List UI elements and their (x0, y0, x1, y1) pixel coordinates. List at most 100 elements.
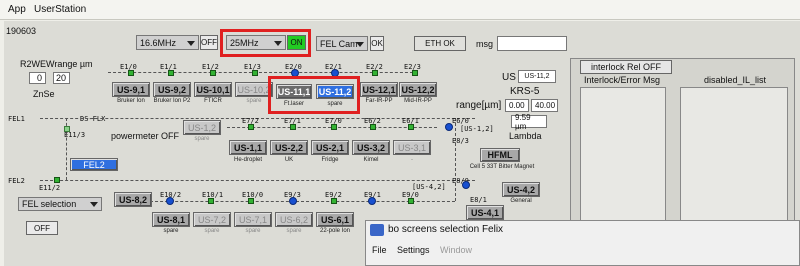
disabled-il-label: disabled_IL_list (704, 75, 767, 85)
us-4-2-desc: General (510, 198, 532, 204)
us-2-2-button[interactable]: US-2,2 (270, 140, 308, 155)
range-min-us-field[interactable]: 0.00 (505, 99, 529, 112)
highlight-box (268, 76, 360, 114)
us-3-2-button[interactable]: US-3,2 (352, 140, 390, 155)
us-6-1-desc: 22-pole Ion (319, 228, 351, 234)
interlock-error-list[interactable] (580, 87, 666, 233)
us-6-1-button[interactable]: US-6,1 (316, 212, 354, 227)
us-8-2-button[interactable]: US-8,2 (114, 192, 152, 207)
krs-label: KRS-5 (510, 86, 540, 97)
fel1-label: FEL1 (8, 115, 25, 123)
r2we-range-label: R2WEWrange µm (20, 59, 93, 69)
us-4-1-button[interactable]: US-4,1 (466, 205, 504, 220)
status-led (54, 177, 60, 183)
interlock-rel-button[interactable]: interlock Rel OFF (580, 60, 672, 74)
crystal-label: ZnSe (33, 89, 55, 99)
us-9-2-button[interactable]: US-9,2 (153, 82, 191, 97)
window-menu-settings[interactable]: Settings (397, 245, 430, 255)
tag-e8-1: E8/1 (470, 196, 487, 204)
status-led (210, 70, 216, 76)
us-3-1-desc: - (411, 157, 413, 163)
us-12-1-button[interactable]: US-12,1 (360, 82, 398, 97)
us-8-1-button[interactable]: US-8,1 (152, 212, 190, 227)
status-led (331, 124, 337, 130)
wavelength-field: 9.59 µm (511, 113, 547, 131)
fel-cam-ok-button[interactable]: OK (370, 36, 384, 51)
status-led (408, 198, 414, 204)
fel-selection-select[interactable]: FEL selection (18, 197, 102, 211)
off-button[interactable]: OFF (26, 221, 58, 235)
msg-field[interactable] (497, 36, 567, 51)
us-2-1-desc: Fridge (321, 157, 339, 163)
us-4-2-button[interactable]: US-4,2 (502, 182, 540, 197)
status-led (252, 70, 258, 76)
freq1-select[interactable]: 16.6MHz (136, 35, 199, 50)
status-led (248, 124, 254, 130)
chevron-down-icon (187, 40, 195, 46)
status-led (168, 70, 174, 76)
hfml-desc: Cell 5 33T Bitter Magnet (469, 164, 535, 170)
highlight-box (220, 29, 311, 57)
window-menu-window[interactable]: Window (440, 245, 472, 255)
us-1-1-desc: He-droplet (233, 157, 262, 163)
us-1-2-desc: spare (194, 136, 210, 142)
us-9-2-desc: Bruker Ion P2 (153, 98, 191, 104)
active-dot (289, 197, 297, 205)
range-min-field[interactable]: 0 (29, 72, 46, 84)
us-label: US (502, 72, 516, 83)
status-led (331, 198, 337, 204)
window-menu-file[interactable]: File (372, 245, 387, 255)
tag-e8-3: E8/3 (452, 137, 469, 145)
status-led (372, 70, 378, 76)
active-dot (445, 123, 453, 131)
menu-app[interactable]: App (8, 4, 26, 15)
us-7-2-button[interactable]: US-7,2 (193, 212, 231, 227)
hfml-button[interactable]: HFML (480, 148, 520, 162)
us-6-2-button[interactable]: US-6,2 (275, 212, 313, 227)
fel2-button[interactable]: FEL2 (70, 158, 118, 171)
status-led (290, 124, 296, 130)
fel-cam-select[interactable]: FEL Cam (316, 36, 368, 51)
chevron-down-icon (90, 202, 98, 207)
tag-e11-2: E11/2 (39, 184, 61, 192)
tag-e11-3: E11/3 (64, 131, 86, 139)
status-led (64, 126, 70, 132)
eth-ok-button[interactable]: ETH OK (414, 36, 466, 51)
us-7-1-desc: spare (245, 228, 261, 234)
disabled-il-list[interactable] (680, 87, 788, 233)
us-10-1-desc: FTICR (204, 98, 222, 104)
us-3-2-desc: Kimel (363, 157, 379, 163)
us-10-1-button[interactable]: US-10,1 (194, 82, 232, 97)
interlock-error-label: Interlock/Error Msg (584, 75, 661, 85)
selection-window: bo screens selection Felix File Settings… (365, 220, 800, 266)
range-max-us-field[interactable]: 40.00 (531, 99, 558, 112)
us-1-2-button[interactable]: US-1,2 (183, 120, 221, 135)
menu-user-station[interactable]: UserStation (34, 4, 86, 15)
range-label: range[µm] (456, 100, 502, 111)
status-led (128, 70, 134, 76)
active-dot (462, 181, 470, 189)
range-max-field[interactable]: 20 (53, 72, 70, 84)
beam-line-vertical-right (455, 118, 456, 201)
us-value-field: US-11,2 (518, 70, 556, 83)
us-2-1-button[interactable]: US-2,1 (311, 140, 349, 155)
chevron-down-icon (356, 41, 364, 47)
freq1-off-button[interactable]: OFF (200, 35, 218, 50)
ds-flx-label: DS-FLX (80, 115, 106, 123)
us-9-1-button[interactable]: US-9,1 (112, 82, 150, 97)
us-1-1-button[interactable]: US-1,1 (229, 140, 267, 155)
us-8-1-desc: spare (163, 228, 179, 234)
us-12-2-button[interactable]: US-12,2 (399, 82, 437, 97)
status-led (408, 124, 414, 130)
tag-e8-target: [US-4,2] (412, 183, 446, 191)
us-3-1-button[interactable]: US-3,1 (393, 140, 431, 155)
window-title: bo screens selection Felix (388, 224, 504, 235)
us-7-2-desc: spare (204, 228, 220, 234)
status-led (370, 124, 376, 130)
us-7-1-button[interactable]: US-7,1 (234, 212, 272, 227)
status-led (248, 198, 254, 204)
tag-e6-0-target: [US-1,2] (460, 125, 494, 133)
powermeter-label: powermeter OFF (111, 131, 180, 141)
window-app-icon (370, 224, 384, 236)
us-2-2-desc: UK (284, 157, 294, 163)
